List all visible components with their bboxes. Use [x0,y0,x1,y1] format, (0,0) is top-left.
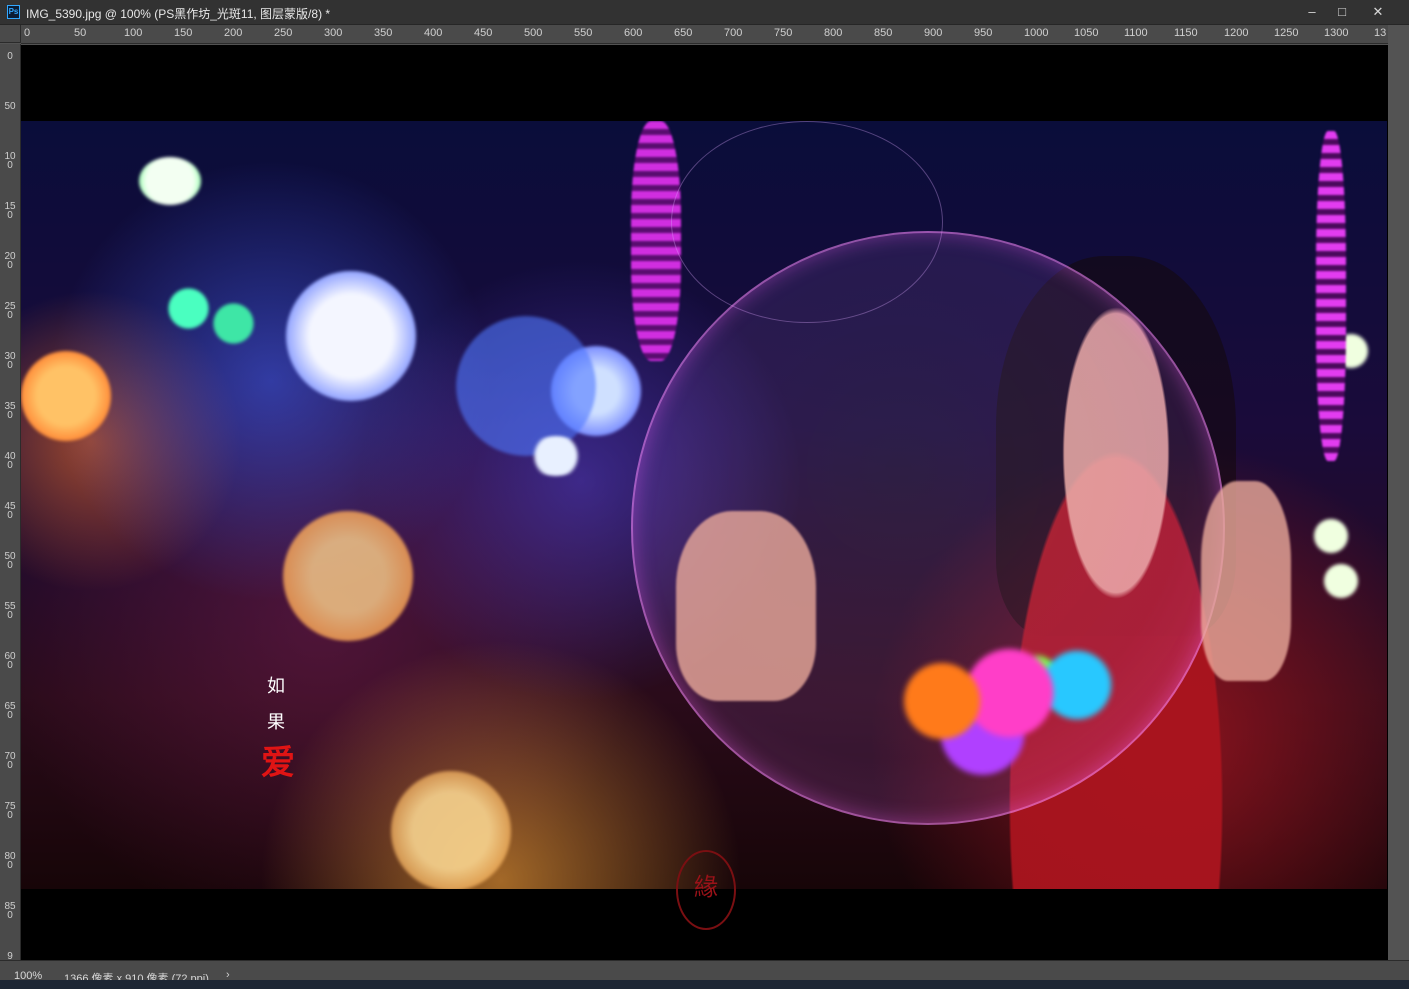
bokeh-light [286,271,416,401]
ruler-v-label: 800 [4,851,16,871]
ruler-v-label: 0 [7,51,13,62]
ruler-v-label: 350 [4,401,16,421]
ruler-v-label: 650 [4,701,16,721]
bokeh-light [1321,561,1361,601]
bokeh-light [391,771,511,889]
photoshop-doc-icon: Ps [7,5,20,19]
bokeh-light [21,351,111,441]
title-bar: Ps IMG_5390.jpg @ 100% (PS黑作坊_光斑11, 图层蒙版… [0,0,1409,25]
ruler-h-label: 350 [374,27,393,39]
ruler-h-label: 50 [74,27,87,39]
bokeh-light [283,511,413,641]
ruler-h-label: 800 [824,27,843,39]
ruler-h-label: 950 [974,27,993,39]
bokeh-light [456,316,596,456]
ruler-h-label: 850 [874,27,893,39]
ruler-h-label: 1250 [1274,27,1299,39]
left-hand [676,511,816,701]
ruler-origin[interactable] [0,25,21,43]
ruler-h-label: 750 [774,27,793,39]
ruler-v-label: 150 [4,201,16,221]
ruler-h-label: 1000 [1024,27,1049,39]
ruler-h-label: 1050 [1074,27,1099,39]
ruler-v-label: 850 [4,901,16,921]
bokeh-light [139,157,201,205]
os-taskbar [0,980,1409,989]
ruler-v-label: 550 [4,601,16,621]
ruler-h-label: 150 [174,27,193,39]
status-bar: 100% 1366 像素 x 910 像素 (72 ppi) › [0,960,1409,985]
ruler-v-label: 50 [4,101,16,112]
vertical-scrollbar[interactable] [1389,25,1409,970]
ruler-h-label: 600 [624,27,643,39]
ruler-v-label: 100 [4,151,16,171]
vertical-text: 如 果 爱 [261,669,295,785]
minimize-button[interactable]: ‒ [1297,0,1327,24]
ruler-h-label: 1200 [1224,27,1249,39]
ruler-v-label: 700 [4,751,16,771]
ruler-h-label: 300 [324,27,343,39]
ruler-h-label: 450 [474,27,493,39]
vertical-char-3: 爱 [261,743,295,783]
ruler-v-label: 450 [4,501,16,521]
ruler-h-label: 1100 [1124,27,1148,39]
vertical-char-1: 如 [267,676,285,697]
ruler-v-label: 200 [4,251,16,271]
ruler-v-label: 250 [4,301,16,321]
bokeh-light [1316,131,1346,461]
right-hand [1201,481,1291,681]
horizontal-ruler[interactable]: 0 50 100 150 200 250 300 350 400 450 500 550 600 650 7… [21,25,1388,44]
ruler-h-label: 13 [1374,27,1387,39]
document-title: IMG_5390.jpg @ 100% (PS黑作坊_光斑11, 图层蒙版/8)… [26,7,331,21]
ruler-h-label: 650 [674,27,693,39]
maximize-button[interactable]: □ [1327,0,1357,24]
ruler-h-label: 1300 [1324,27,1349,39]
ruler-v-label: 600 [4,651,16,671]
ruler-h-label: 1150 [1174,27,1198,39]
ruler-h-label: 550 [574,27,593,39]
document-canvas[interactable]: 如 果 爱 緣 [21,45,1388,960]
vertical-char-2: 果 [267,712,285,733]
bokeh-light [526,436,586,476]
ruler-h-label: 0 [24,27,31,39]
close-button[interactable]: ✕ [1363,0,1393,24]
photo-image: 如 果 爱 [21,121,1387,889]
bokeh-light [211,301,256,346]
vertical-ruler[interactable]: 0 50 100 150 200 250 300 350 400 450 500 550 600 650 7… [0,44,21,969]
ruler-h-label: 100 [124,27,143,39]
ruler-h-label: 700 [724,27,743,39]
ruler-v-label: 300 [4,351,16,371]
colored-feathers [861,621,1131,781]
ruler-v-label: 500 [4,551,16,571]
ruler-h-label: 900 [924,27,943,39]
ruler-v-label: 750 [4,801,16,821]
ruler-h-label: 200 [224,27,243,39]
bokeh-light [166,286,211,331]
ruler-h-label: 250 [274,27,293,39]
ruler-v-label: 400 [4,451,16,471]
seal-logo: 緣 [676,850,736,930]
bokeh-light [1311,516,1351,556]
ruler-h-label: 500 [524,27,543,39]
ruler-h-label: 400 [424,27,443,39]
